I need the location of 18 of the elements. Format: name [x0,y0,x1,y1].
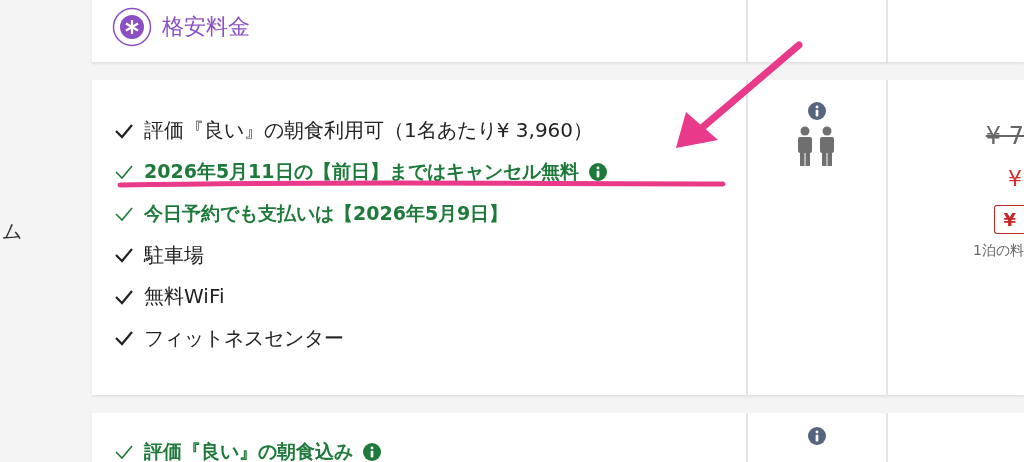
star-badge-icon [112,7,152,47]
feature-text: フィットネスセンター [144,324,344,352]
info-icon[interactable] [808,427,826,445]
info-icon[interactable] [363,442,381,461]
price-note: 1泊の料 [973,242,1024,260]
feature-text: 評価『良い』の朝食込み [144,438,353,462]
feature-text: 今日予約でも支払いは【2026年5月9日】 [144,200,509,226]
feature-text: 駐車場 [144,241,204,269]
sidebar-text: ム [2,218,22,245]
feature-text: 無料WiFi [144,283,225,311]
rate-label: 格安料金 [162,13,250,41]
feature-text: 2026年5月11日の【前日】まではキャンセル無料 [144,159,579,185]
feature-text: 評価『良い』の朝食利用可（1名あたり¥ 3,960） [144,117,594,145]
price-badge: ¥ [994,205,1024,234]
info-icon[interactable] [588,163,607,182]
current-price: ¥ [1008,166,1022,191]
original-price: ¥ 7 [985,122,1024,150]
info-icon[interactable] [808,102,826,120]
